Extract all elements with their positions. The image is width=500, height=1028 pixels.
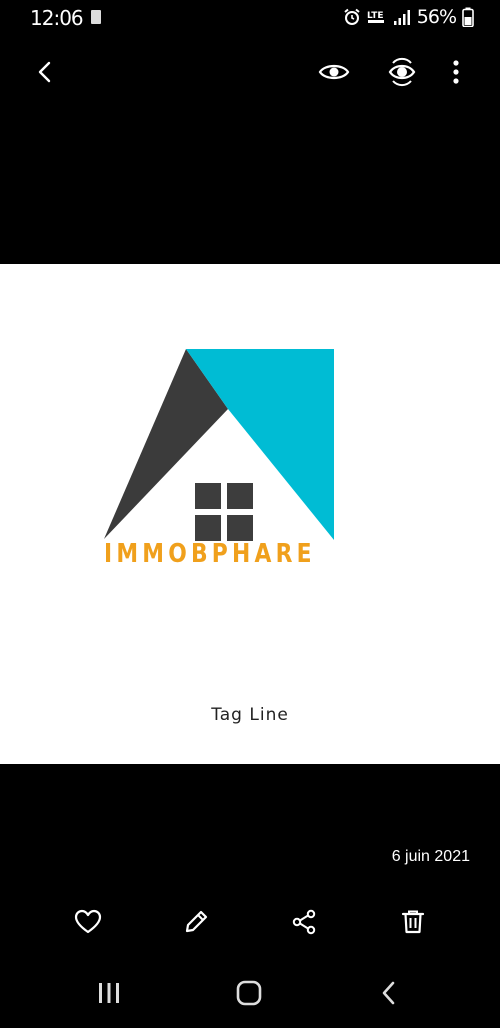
system-nav-bar xyxy=(0,966,500,1020)
home-button[interactable] xyxy=(223,969,275,1017)
favorite-button[interactable] xyxy=(64,898,112,946)
edit-button[interactable] xyxy=(172,898,220,946)
eye-icon xyxy=(318,64,350,80)
photo-date[interactable]: 6 juin 2021 xyxy=(392,848,470,866)
brand-name: IMMOBPHARE xyxy=(104,539,316,569)
top-toolbar xyxy=(0,48,500,96)
home-icon xyxy=(236,980,262,1006)
view-button[interactable] xyxy=(310,48,358,96)
sim-card-icon xyxy=(91,10,101,24)
status-icons: LTE 56% xyxy=(343,5,474,29)
pencil-icon xyxy=(185,910,208,933)
bottom-actions xyxy=(0,898,500,946)
delete-button[interactable] xyxy=(389,898,437,946)
share-button[interactable] xyxy=(280,898,328,946)
back-arrow-icon xyxy=(38,61,51,83)
eye-scan-icon xyxy=(388,57,416,87)
battery-icon xyxy=(462,7,474,27)
heart-icon xyxy=(74,909,102,934)
nav-back-button[interactable] xyxy=(363,969,415,1017)
back-button[interactable] xyxy=(21,48,69,96)
recents-button[interactable] xyxy=(83,969,135,1017)
alarm-icon xyxy=(344,8,360,25)
photo-viewer[interactable] xyxy=(0,264,500,764)
tagline: Tag Line xyxy=(211,705,289,725)
recents-icon xyxy=(99,983,119,1003)
more-options-button[interactable] xyxy=(432,48,480,96)
house-logo xyxy=(104,349,334,541)
svg-text:LTE: LTE xyxy=(367,11,384,21)
roof-cyan xyxy=(186,349,334,540)
more-vertical-icon xyxy=(453,60,459,84)
signal-icon xyxy=(393,10,410,25)
trash-icon xyxy=(401,910,425,934)
status-bar: 12:06 LTE 56% xyxy=(0,0,500,36)
share-icon xyxy=(292,909,316,935)
battery-percent: 56% xyxy=(416,6,457,28)
volte-icon: LTE xyxy=(367,11,384,23)
nav-back-icon xyxy=(382,981,395,1005)
scan-button[interactable] xyxy=(378,48,426,96)
status-time: 12:06 xyxy=(30,6,84,30)
